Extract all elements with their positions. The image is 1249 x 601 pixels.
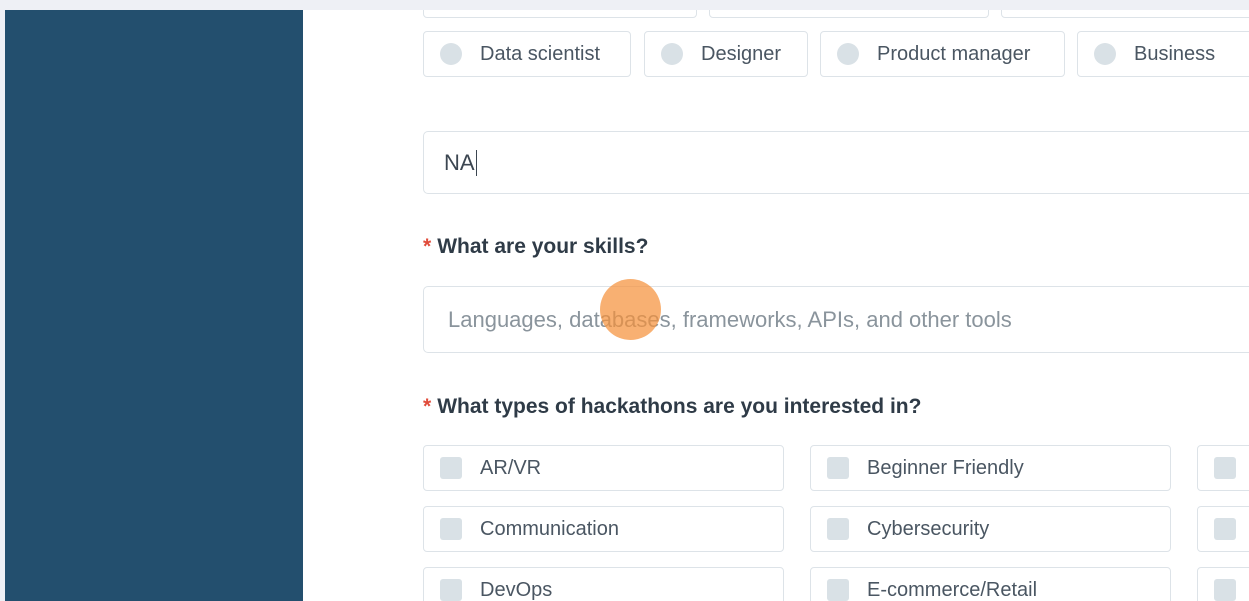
- hackathon-option-label: DevOps: [480, 578, 553, 601]
- radio-icon: [837, 43, 859, 65]
- hackathon-option-ar-vr[interactable]: AR/VR: [423, 445, 784, 491]
- text-caret: [475, 149, 477, 176]
- role-option-designer[interactable]: Designer: [644, 31, 808, 77]
- form-panel: Data scientist Designer Product manager …: [303, 10, 1249, 601]
- hackathon-option-ecommerce-retail[interactable]: E-commerce/Retail: [810, 567, 1171, 601]
- checkbox-icon: [440, 518, 462, 540]
- role-option-label: Designer: [701, 42, 782, 65]
- hackathon-types-label: * What types of hackathons are you intere…: [423, 395, 921, 419]
- checkbox-icon: [440, 457, 462, 479]
- sidebar: [5, 10, 303, 601]
- checkbox-icon: [1214, 579, 1236, 601]
- click-highlight: [600, 279, 661, 340]
- other-role-value: NA: [444, 149, 475, 175]
- radio-icon: [661, 43, 683, 65]
- other-role-input[interactable]: NA: [423, 131, 1249, 194]
- skills-placeholder: Languages, databases, frameworks, APIs, …: [448, 306, 1012, 332]
- role-option-partial[interactable]: [1001, 10, 1249, 18]
- hackathon-option-cybersecurity[interactable]: Cybersecurity: [810, 506, 1171, 552]
- hackathon-option-partial[interactable]: [1197, 567, 1249, 601]
- hackathon-option-label: Cybersecurity: [867, 517, 990, 540]
- checkbox-icon: [440, 579, 462, 601]
- role-option-business[interactable]: Business: [1077, 31, 1249, 77]
- hackathon-option-partial[interactable]: [1197, 506, 1249, 552]
- hackathon-option-label: AR/VR: [480, 456, 542, 479]
- checkbox-icon: [827, 518, 849, 540]
- skills-label-text: What are your skills?: [437, 235, 649, 258]
- role-option-partial[interactable]: [423, 10, 697, 18]
- role-option-product-manager[interactable]: Product manager: [820, 31, 1065, 77]
- skills-input[interactable]: Languages, databases, frameworks, APIs, …: [423, 286, 1249, 353]
- required-marker: *: [423, 235, 432, 258]
- role-option-partial[interactable]: [709, 10, 989, 18]
- required-marker: *: [423, 395, 432, 418]
- checkbox-icon: [1214, 518, 1236, 540]
- hackathon-option-partial[interactable]: [1197, 445, 1249, 491]
- radio-icon: [1094, 43, 1116, 65]
- role-option-label: Product manager: [877, 42, 1031, 65]
- role-option-data-scientist[interactable]: Data scientist: [423, 31, 631, 77]
- checkbox-icon: [1214, 457, 1236, 479]
- hackathon-option-label: E-commerce/Retail: [867, 578, 1038, 601]
- hackathon-option-label: Beginner Friendly: [867, 456, 1024, 479]
- skills-label: * What are your skills?: [423, 235, 648, 259]
- hackathon-option-beginner-friendly[interactable]: Beginner Friendly: [810, 445, 1171, 491]
- role-option-label: Business: [1134, 42, 1216, 65]
- role-option-label: Data scientist: [480, 42, 601, 65]
- hackathon-types-label-text: What types of hackathons are you interes…: [437, 395, 922, 418]
- checkbox-icon: [827, 579, 849, 601]
- checkbox-icon: [827, 457, 849, 479]
- hackathon-option-communication[interactable]: Communication: [423, 506, 784, 552]
- hackathon-option-devops[interactable]: DevOps: [423, 567, 784, 601]
- hackathon-option-label: Communication: [480, 517, 619, 540]
- radio-icon: [440, 43, 462, 65]
